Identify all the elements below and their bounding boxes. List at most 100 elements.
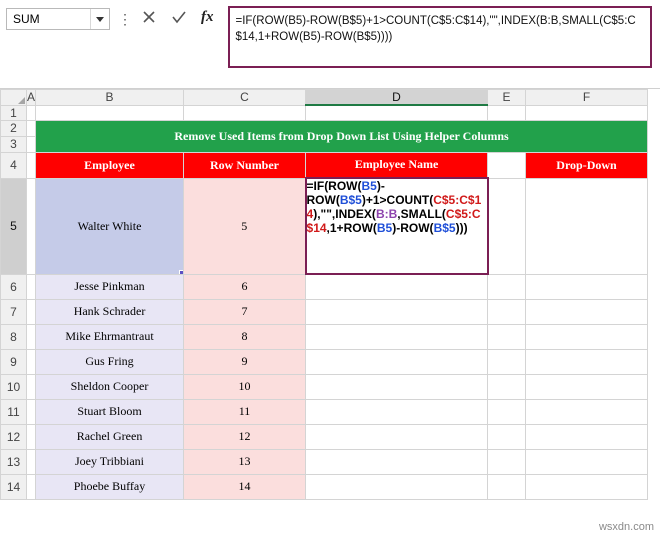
row-header-12[interactable]: 12 xyxy=(0,423,27,450)
cell-a4[interactable] xyxy=(25,151,37,179)
cell-b7[interactable]: Hank Schrader xyxy=(35,298,185,325)
cell-a7[interactable] xyxy=(25,298,37,325)
cell-b11[interactable]: Stuart Bloom xyxy=(35,398,185,425)
cell-d11[interactable] xyxy=(305,398,489,425)
cell-f7[interactable] xyxy=(525,298,649,325)
row-header-7[interactable]: 7 xyxy=(0,298,27,325)
cell-D1[interactable] xyxy=(305,104,489,121)
cell-E1[interactable] xyxy=(487,104,527,121)
row-header-1[interactable]: 1 xyxy=(0,104,27,121)
table-row[interactable]: 11 Stuart Bloom 11 xyxy=(0,398,649,425)
cell-a5[interactable] xyxy=(25,177,37,275)
cell-f13[interactable] xyxy=(525,448,649,475)
table-row[interactable]: 10 Sheldon Cooper 10 xyxy=(0,373,649,400)
name-box[interactable]: SUM xyxy=(6,8,110,30)
table-row[interactable]: 7 Hank Schrader 7 xyxy=(0,298,649,325)
row-header-2[interactable]: 2 xyxy=(0,119,27,137)
cell-a8[interactable] xyxy=(25,323,37,350)
cell-b13[interactable]: Joey Tribbiani xyxy=(35,448,185,475)
table-row[interactable]: 13 Joey Tribbiani 13 xyxy=(0,448,649,475)
cell-e8[interactable] xyxy=(487,323,527,350)
row-header-5[interactable]: 5 xyxy=(0,177,27,275)
row-header-13[interactable]: 13 xyxy=(0,448,27,475)
cell-e11[interactable] xyxy=(487,398,527,425)
cell-a3[interactable] xyxy=(25,135,37,153)
row-header-11[interactable]: 11 xyxy=(0,398,27,425)
column-header-a[interactable]: A xyxy=(25,89,37,106)
row-header-4[interactable]: 4 xyxy=(0,151,27,179)
cell-e5[interactable] xyxy=(487,177,527,275)
cell-C1[interactable] xyxy=(183,104,307,121)
select-all-corner[interactable] xyxy=(0,89,27,106)
chevron-down-icon[interactable] xyxy=(90,9,109,29)
cell-f10[interactable] xyxy=(525,373,649,400)
overflow-menu-icon[interactable]: ⋮ xyxy=(118,10,133,28)
cell-c13[interactable]: 13 xyxy=(183,448,307,475)
cell-f6[interactable] xyxy=(525,273,649,300)
cell-b8[interactable]: Mike Ehrmantraut xyxy=(35,323,185,350)
cell-d13[interactable] xyxy=(305,448,489,475)
check-icon[interactable] xyxy=(171,8,187,26)
cell-F1[interactable] xyxy=(525,104,649,121)
cell-d10[interactable] xyxy=(305,373,489,400)
cell-c14[interactable]: 14 xyxy=(183,473,307,500)
cell-c11[interactable]: 11 xyxy=(183,398,307,425)
cell-c6[interactable]: 6 xyxy=(183,273,307,300)
row-header-8[interactable]: 8 xyxy=(0,323,27,350)
cell-e4[interactable] xyxy=(487,151,527,179)
cell-a11[interactable] xyxy=(25,398,37,425)
column-header-e[interactable]: E xyxy=(487,89,527,106)
cell-f5[interactable] xyxy=(525,177,649,275)
cell-a10[interactable] xyxy=(25,373,37,400)
cell-c8[interactable]: 8 xyxy=(183,323,307,350)
cell-c10[interactable]: 10 xyxy=(183,373,307,400)
cell-a9[interactable] xyxy=(25,348,37,375)
cell-f9[interactable] xyxy=(525,348,649,375)
row-header-10[interactable]: 10 xyxy=(0,373,27,400)
cell-c12[interactable]: 12 xyxy=(183,423,307,450)
cell-a14[interactable] xyxy=(25,473,37,500)
cell-d12[interactable] xyxy=(305,423,489,450)
cell-b12[interactable]: Rachel Green xyxy=(35,423,185,450)
cell-e9[interactable] xyxy=(487,348,527,375)
cell-b14[interactable]: Phoebe Buffay xyxy=(35,473,185,500)
cell-f11[interactable] xyxy=(525,398,649,425)
column-header-c[interactable]: C xyxy=(183,89,307,106)
cell-a6[interactable] xyxy=(25,273,37,300)
cell-b9[interactable]: Gus Fring xyxy=(35,348,185,375)
cell-d8[interactable] xyxy=(305,323,489,350)
close-icon[interactable] xyxy=(141,8,157,26)
cell-e7[interactable] xyxy=(487,298,527,325)
column-header-d[interactable]: D xyxy=(305,89,489,106)
cell-c5[interactable]: 5 xyxy=(183,177,307,275)
formula-input[interactable]: =IF(ROW(B5)-ROW(B$5)+1>COUNT(C$5:C$14),"… xyxy=(227,6,652,68)
cell-d9[interactable] xyxy=(305,348,489,375)
column-header-b[interactable]: B xyxy=(35,89,185,106)
cell-a12[interactable] xyxy=(25,423,37,450)
table-row[interactable]: 9 Gus Fring 9 xyxy=(0,348,649,375)
cell-f8[interactable] xyxy=(525,323,649,350)
cell-B1[interactable] xyxy=(35,104,185,121)
function-icon[interactable]: fx xyxy=(201,9,214,26)
cell-b10[interactable]: Sheldon Cooper xyxy=(35,373,185,400)
row-header-14[interactable]: 14 xyxy=(0,473,27,500)
cell-d14[interactable] xyxy=(305,473,489,500)
cell-f14[interactable] xyxy=(525,473,649,500)
cell-c9[interactable]: 9 xyxy=(183,348,307,375)
table-row[interactable]: 8 Mike Ehrmantraut 8 xyxy=(0,323,649,350)
cell-a2[interactable] xyxy=(25,119,37,137)
row-header-9[interactable]: 9 xyxy=(0,348,27,375)
cell-d6[interactable] xyxy=(305,273,489,300)
cell-b5-active[interactable]: Walter White xyxy=(35,177,185,275)
cell-e10[interactable] xyxy=(487,373,527,400)
cell-e14[interactable] xyxy=(487,473,527,500)
cell-a13[interactable] xyxy=(25,448,37,475)
cell-f12[interactable] xyxy=(525,423,649,450)
cell-e12[interactable] xyxy=(487,423,527,450)
cell-e6[interactable] xyxy=(487,273,527,300)
cell-A1[interactable] xyxy=(25,104,37,121)
table-row[interactable]: 6 Jesse Pinkman 6 xyxy=(0,273,649,300)
table-row[interactable]: 14 Phoebe Buffay 14 xyxy=(0,473,649,500)
cell-b6[interactable]: Jesse Pinkman xyxy=(35,273,185,300)
cell-d7[interactable] xyxy=(305,298,489,325)
